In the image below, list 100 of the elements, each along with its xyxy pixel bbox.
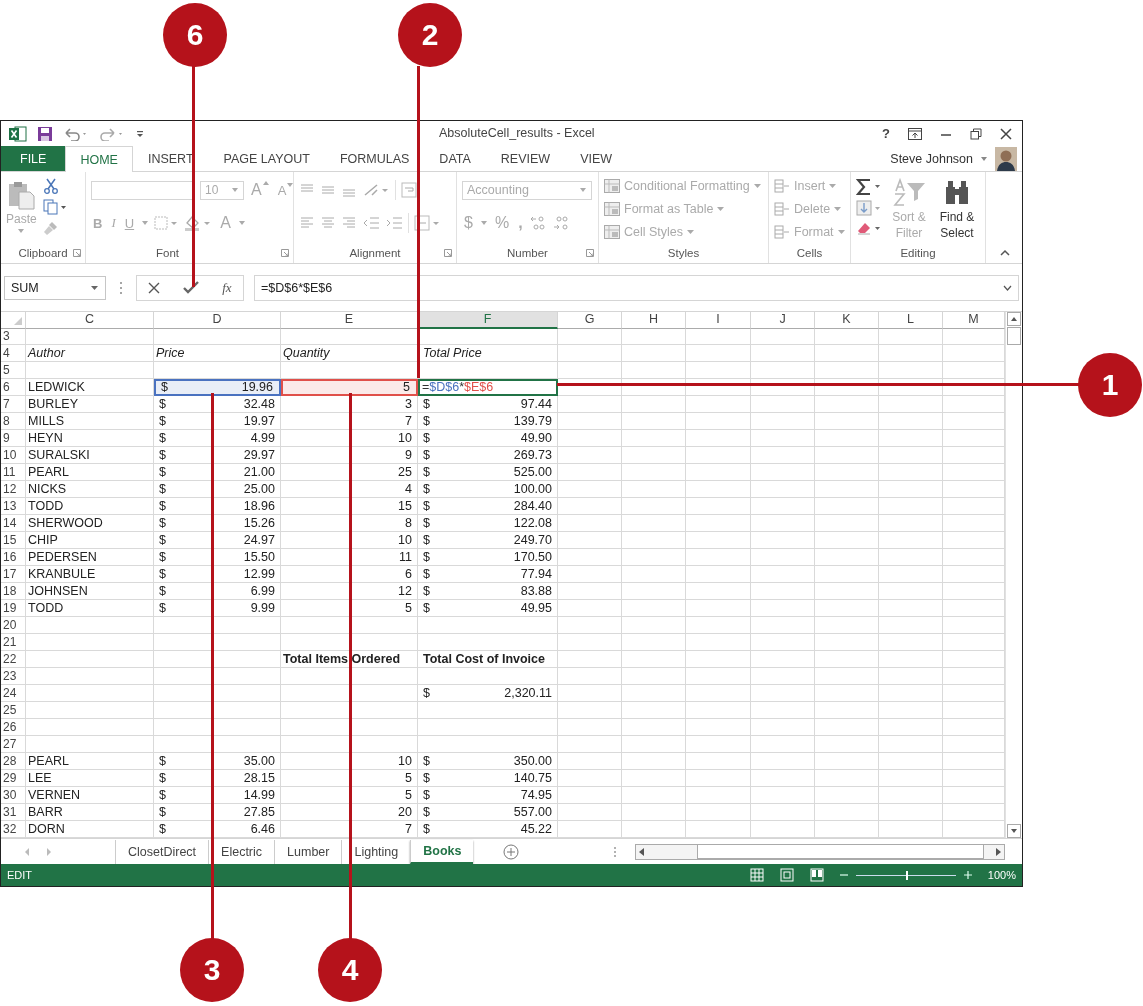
file-tab[interactable]: FILE bbox=[1, 146, 66, 171]
row-number[interactable]: 23 bbox=[3, 669, 17, 683]
row-number[interactable]: 15 bbox=[3, 533, 17, 547]
restore-icon[interactable] bbox=[970, 127, 982, 140]
ribbon-tab[interactable]: REVIEW bbox=[485, 146, 566, 171]
next-sheet-icon[interactable] bbox=[45, 846, 53, 857]
scroll-up-icon[interactable] bbox=[1007, 312, 1021, 326]
user-name[interactable]: Steve Johnson bbox=[890, 151, 973, 166]
row-number[interactable]: 31 bbox=[3, 805, 17, 819]
row-number[interactable]: 11 bbox=[3, 465, 16, 479]
ribbon-tab[interactable]: VIEW bbox=[565, 146, 628, 171]
cell-editor[interactable]: =$D$6*$E$6 bbox=[418, 379, 558, 396]
ribbon-tab[interactable]: HOME bbox=[65, 146, 133, 172]
more-icon[interactable] bbox=[119, 280, 123, 295]
orientation-icon[interactable] bbox=[362, 183, 390, 197]
help-button[interactable]: ? bbox=[882, 126, 890, 141]
page-layout-icon[interactable] bbox=[779, 868, 794, 882]
row-number[interactable]: 19 bbox=[3, 601, 17, 615]
expand-icon[interactable] bbox=[1003, 284, 1012, 291]
merge-icon[interactable] bbox=[414, 215, 442, 231]
row-number[interactable]: 13 bbox=[3, 499, 17, 513]
ribbon-tab[interactable]: FORMULAS bbox=[324, 146, 425, 171]
zoom-in-icon[interactable] bbox=[963, 871, 972, 879]
row-number[interactable]: 21 bbox=[3, 635, 17, 649]
row-number[interactable]: 10 bbox=[3, 448, 17, 462]
row-number[interactable]: 6 bbox=[3, 380, 10, 394]
page-break-icon[interactable] bbox=[809, 868, 824, 882]
close-icon[interactable] bbox=[1000, 127, 1012, 140]
autosum-icon[interactable] bbox=[856, 178, 882, 196]
column-header[interactable]: F bbox=[418, 312, 558, 329]
ribbon-tab[interactable]: INSERT bbox=[132, 146, 209, 171]
undo-icon[interactable] bbox=[63, 126, 89, 141]
row-number[interactable]: 4 bbox=[3, 346, 10, 360]
align-right-icon[interactable] bbox=[341, 216, 357, 230]
ribbon-tab[interactable]: DATA bbox=[424, 146, 486, 171]
row-number[interactable]: 20 bbox=[3, 618, 17, 632]
row-number[interactable]: 12 bbox=[3, 482, 17, 496]
row-number[interactable]: 26 bbox=[3, 720, 17, 734]
scrollbar-thumb[interactable] bbox=[1007, 327, 1021, 345]
caret-icon[interactable] bbox=[90, 284, 99, 291]
copy-icon[interactable] bbox=[42, 199, 67, 215]
dialog-launcher-icon[interactable] bbox=[444, 249, 452, 257]
vertical-scrollbar[interactable] bbox=[1005, 312, 1022, 838]
decrease-indent-icon[interactable] bbox=[362, 216, 380, 230]
row-number[interactable]: 30 bbox=[3, 788, 17, 802]
row-number[interactable]: 22 bbox=[3, 652, 17, 666]
normal-view-icon[interactable] bbox=[749, 868, 764, 882]
row-number[interactable]: 5 bbox=[3, 363, 10, 377]
previous-sheet-icon[interactable] bbox=[23, 846, 31, 857]
select-all-icon[interactable] bbox=[13, 316, 23, 326]
row-number[interactable]: 17 bbox=[3, 567, 17, 581]
eraser-icon[interactable] bbox=[856, 220, 882, 236]
row-number[interactable]: 28 bbox=[3, 754, 17, 768]
dialog-launcher-icon[interactable] bbox=[586, 249, 594, 257]
row-number[interactable]: 18 bbox=[3, 584, 17, 598]
paste-icon[interactable] bbox=[6, 180, 37, 210]
wrap-text-icon[interactable] bbox=[401, 182, 417, 198]
ribbon-tab[interactable]: PAGE LAYOUT bbox=[208, 146, 325, 171]
name-box[interactable]: SUM bbox=[4, 275, 106, 300]
scrollbar-thumb[interactable] bbox=[696, 844, 984, 859]
sheet-tab[interactable]: Lumber bbox=[274, 839, 342, 864]
add-sheet-icon[interactable] bbox=[503, 843, 520, 860]
row-number[interactable]: 25 bbox=[3, 703, 17, 717]
align-middle-icon[interactable] bbox=[320, 183, 336, 197]
zoom-slider-thumb[interactable] bbox=[905, 870, 908, 880]
row-number[interactable]: 27 bbox=[3, 737, 17, 751]
row-number[interactable]: 24 bbox=[3, 686, 17, 700]
align-left-icon[interactable] bbox=[299, 216, 315, 230]
insert-function-button[interactable]: fx bbox=[222, 279, 232, 296]
brush-icon[interactable] bbox=[42, 220, 59, 236]
enter-icon[interactable] bbox=[183, 281, 200, 294]
dialog-launcher-icon[interactable] bbox=[281, 249, 289, 257]
dialog-launcher-icon[interactable] bbox=[73, 249, 81, 257]
increase-decimal-icon[interactable] bbox=[529, 215, 548, 231]
ribbon-display-icon[interactable] bbox=[908, 127, 922, 140]
formula-input[interactable]: =$D$6*$E$6 bbox=[254, 274, 1019, 301]
zoom-out-icon[interactable] bbox=[839, 871, 848, 879]
row-number[interactable]: 32 bbox=[3, 822, 17, 836]
sheet-tab[interactable]: Books bbox=[410, 839, 474, 864]
increase-indent-icon[interactable] bbox=[385, 216, 403, 230]
row-number[interactable]: 7 bbox=[3, 397, 10, 411]
row-number[interactable]: 9 bbox=[3, 431, 10, 445]
caret-icon[interactable] bbox=[980, 155, 988, 162]
align-center-icon[interactable] bbox=[320, 216, 336, 230]
customize-icon[interactable] bbox=[135, 128, 145, 139]
row-number[interactable]: 14 bbox=[3, 516, 17, 530]
more-icon[interactable] bbox=[613, 845, 618, 858]
decrease-decimal-icon[interactable] bbox=[552, 215, 571, 231]
row-number[interactable]: 3 bbox=[3, 329, 10, 343]
redo-icon[interactable] bbox=[99, 126, 125, 141]
row-number[interactable]: 29 bbox=[3, 771, 17, 785]
row-number[interactable]: 16 bbox=[3, 550, 17, 564]
scroll-down-icon[interactable] bbox=[1007, 824, 1021, 838]
sheet-tab[interactable]: ClosetDirect bbox=[115, 839, 209, 864]
horizontal-scrollbar[interactable] bbox=[635, 843, 1006, 860]
collapse-ribbon-icon[interactable] bbox=[1000, 249, 1010, 257]
scissors-icon[interactable] bbox=[42, 178, 59, 194]
save-icon[interactable] bbox=[37, 125, 53, 142]
find-select-button[interactable]: Find & Select bbox=[936, 177, 978, 243]
row-number[interactable]: 8 bbox=[3, 414, 10, 428]
